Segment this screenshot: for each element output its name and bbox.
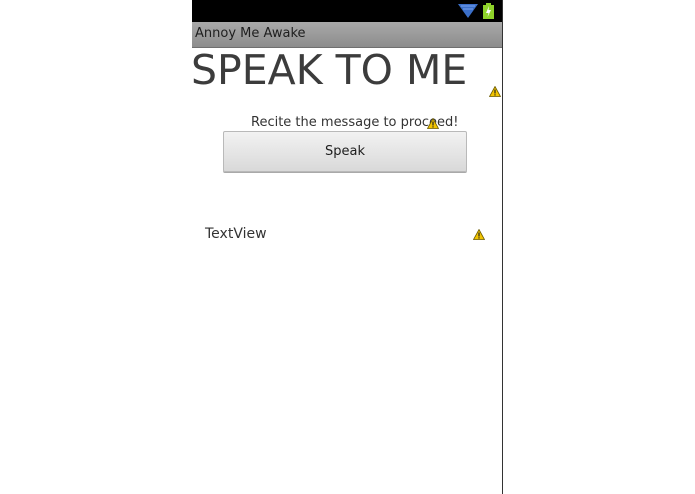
wifi-icon — [458, 4, 478, 18]
emulator-canvas: Annoy Me Awake SPEAK TO ME Recite the me… — [0, 0, 695, 494]
status-bar — [192, 0, 502, 22]
battery-charging-icon — [483, 3, 494, 19]
device-screen: Annoy Me Awake SPEAK TO ME Recite the me… — [192, 0, 502, 494]
screen-right-border — [502, 0, 503, 494]
heading-speak-to-me: SPEAK TO ME — [192, 46, 468, 94]
speak-button[interactable]: Speak — [223, 131, 467, 172]
textview-output: TextView — [205, 226, 267, 242]
warning-icon — [427, 118, 439, 129]
action-title-bar: Annoy Me Awake — [192, 22, 502, 48]
warning-icon — [489, 86, 501, 97]
app-title: Annoy Me Awake — [195, 26, 306, 41]
warning-icon — [473, 229, 485, 240]
